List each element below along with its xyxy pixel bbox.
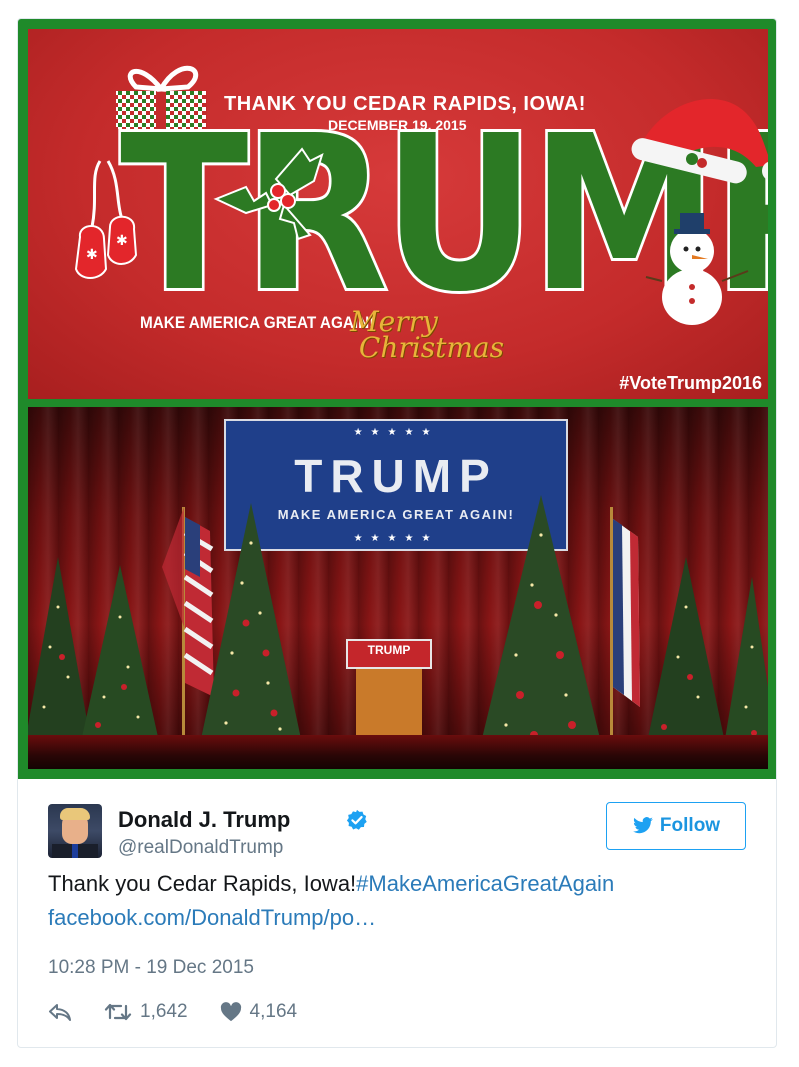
stage-banner-stars-top: ★★★★★ xyxy=(353,427,439,438)
retweet-icon xyxy=(104,1003,132,1021)
hashtag-link[interactable]: #MakeAmericaGreatAgain xyxy=(356,871,614,896)
rally-stage-photo: ★★★★★ TRUMP MAKE AMERICA GREAT AGAIN! ★★… xyxy=(28,407,768,769)
avatar[interactable] xyxy=(48,804,102,858)
banner-hashtag-text: #VoteTrump2016 xyxy=(619,373,762,393)
author-handle[interactable]: @realDonaldTrump xyxy=(118,837,283,859)
verified-badge-icon xyxy=(346,809,367,830)
podium-sign: TRUMP xyxy=(346,639,432,669)
podium: TRUMP xyxy=(346,639,432,739)
tweet-body: Thank you Cedar Rapids, Iowa! xyxy=(48,871,357,896)
tweet-media[interactable]: THANK YOU CEDAR RAPIDS, IOWA! DECEMBER 1… xyxy=(18,19,776,779)
holly-icon xyxy=(213,147,324,241)
tweet-text: Thank you Cedar Rapids, Iowa!#MakeAmeric… xyxy=(48,867,748,935)
christmas-tree-icon xyxy=(198,503,304,753)
banner-slogan-text: MAKE AMERICA GREAT AGAIN! xyxy=(140,313,375,332)
podium-body xyxy=(356,669,422,739)
like-count: 4,164 xyxy=(249,1001,298,1022)
follow-button-label: Follow xyxy=(659,815,721,836)
christmas-tree-icon xyxy=(28,557,158,737)
christmas-tree-icon xyxy=(644,557,768,757)
follow-button[interactable]: Follow xyxy=(606,802,746,850)
reply-icon xyxy=(49,1004,71,1021)
mittens-icon: ✱ ✱ xyxy=(74,160,138,279)
heart-icon xyxy=(220,1002,241,1022)
retweet-action[interactable]: 1,642 xyxy=(104,1001,188,1023)
facebook-link[interactable]: facebook.com/DonaldTrump/po… xyxy=(48,905,376,930)
reply-action[interactable] xyxy=(48,1002,72,1022)
audience-silhouettes xyxy=(28,735,768,769)
snowman-icon xyxy=(645,213,749,325)
banner-big-word: TRUMP xyxy=(117,90,768,339)
author-display-name[interactable]: Donald J. Trump xyxy=(118,807,290,833)
retweet-count: 1,642 xyxy=(140,1001,188,1022)
svg-text:✱: ✱ xyxy=(86,247,98,263)
iowa-flag-icon xyxy=(610,507,640,747)
holiday-banner-image: THANK YOU CEDAR RAPIDS, IOWA! DECEMBER 1… xyxy=(28,29,768,399)
tweet-timestamp[interactable]: 10:28 PM - 19 Dec 2015 xyxy=(48,957,254,979)
twitter-bird-icon xyxy=(633,817,653,834)
tweet-card: THANK YOU CEDAR RAPIDS, IOWA! DECEMBER 1… xyxy=(17,18,777,1048)
tweet-actions: 1,642 4,164 xyxy=(48,997,329,1027)
santa-hat-icon xyxy=(631,98,768,184)
banner-merry-christmas-text: Merry Christmas xyxy=(350,305,504,364)
christmas-tree-icon xyxy=(478,495,604,755)
like-action[interactable]: 4,164 xyxy=(220,1001,298,1023)
svg-text:✱: ✱ xyxy=(116,233,128,249)
